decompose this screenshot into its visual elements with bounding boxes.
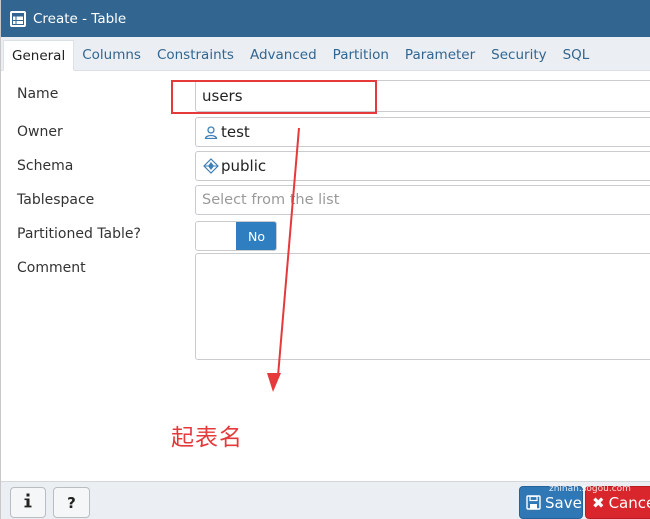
table-icon <box>10 10 26 27</box>
schema-label: Schema <box>17 158 74 174</box>
save-icon <box>526 495 541 510</box>
title-bar[interactable]: Create - Table <box>1 0 650 37</box>
create-table-dialog: Create - Table General Columns Constrain… <box>0 0 650 519</box>
cancel-label: Cancel <box>608 493 650 512</box>
tab-constraints[interactable]: Constraints <box>149 40 242 70</box>
info-icon <box>23 493 33 513</box>
tab-advanced[interactable]: Advanced <box>242 40 325 70</box>
tab-partition[interactable]: Partition <box>325 40 397 70</box>
owner-value: test <box>221 123 250 141</box>
tab-bar: General Columns Constraints Advanced Par… <box>1 37 650 71</box>
tablespace-placeholder: Select from the list <box>202 192 340 208</box>
user-icon <box>202 124 219 141</box>
schema-value: public <box>221 157 267 175</box>
tab-sql[interactable]: SQL <box>555 40 598 70</box>
help-icon: ? <box>67 493 76 512</box>
annotation-text: 起表名 <box>171 425 243 451</box>
name-label: Name <box>17 86 59 102</box>
owner-select[interactable]: test <box>195 117 650 147</box>
tab-security[interactable]: Security <box>483 40 554 70</box>
owner-label: Owner <box>17 124 63 140</box>
toggle-state: No <box>236 222 276 250</box>
partitioned-toggle[interactable]: No <box>195 221 277 251</box>
close-icon: ✖ <box>592 493 605 512</box>
tablespace-select[interactable]: Select from the list <box>195 185 650 215</box>
help-button[interactable]: ? <box>53 487 90 518</box>
tab-general[interactable]: General <box>3 40 75 71</box>
comment-textarea[interactable] <box>195 253 650 360</box>
info-button[interactable] <box>10 487 46 518</box>
name-highlight-box <box>171 80 377 114</box>
tablespace-label: Tablespace <box>17 192 95 208</box>
tab-parameter[interactable]: Parameter <box>397 40 483 70</box>
watermark-text: zhinan.sogou.com <box>549 484 631 494</box>
toggle-knob <box>196 222 236 250</box>
comment-label: Comment <box>17 260 86 276</box>
dialog-title: Create - Table <box>33 10 127 27</box>
partitioned-label: Partitioned Table? <box>17 226 141 242</box>
schema-icon <box>202 158 219 175</box>
save-label: Save <box>545 493 582 512</box>
tab-columns[interactable]: Columns <box>74 40 149 70</box>
schema-select[interactable]: public <box>195 151 650 181</box>
